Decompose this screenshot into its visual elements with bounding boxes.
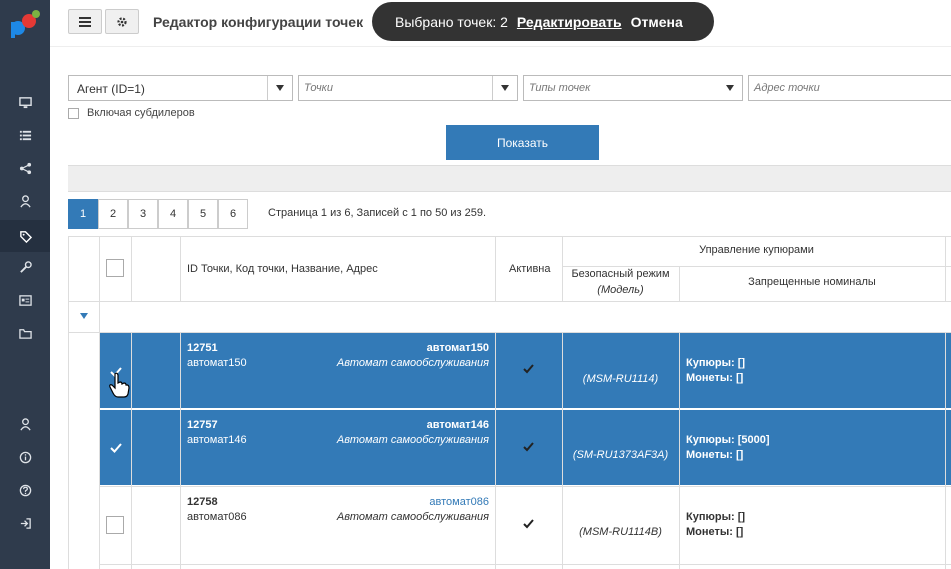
- row-code: автомат146: [187, 434, 247, 446]
- points-table: ID Точки, Код точки, Название, Адрес Акт…: [68, 236, 951, 569]
- points-select[interactable]: Точки: [298, 75, 518, 101]
- active-check-icon: [523, 519, 534, 529]
- active-check-icon: [523, 442, 534, 452]
- cancel-link[interactable]: Отмена: [631, 14, 683, 30]
- page-button-1[interactable]: 1: [68, 199, 98, 229]
- group-toggle-icon[interactable]: [80, 313, 88, 319]
- row-name: автомат146: [426, 419, 489, 431]
- row-name-link[interactable]: автомат086: [429, 496, 489, 508]
- address-input[interactable]: Адрес точки: [748, 75, 951, 101]
- sidebar-item-users[interactable]: [0, 185, 50, 217]
- header-forbidden-denominations: Запрещенные номиналы: [748, 276, 876, 288]
- logo: [11, 10, 40, 38]
- tag-icon: [19, 230, 32, 243]
- pagination-info: Страница 1 из 6, Записей с 1 по 50 из 25…: [268, 207, 487, 219]
- include-subdealers-label: Включая субдилеров: [87, 107, 195, 119]
- page-button-3[interactable]: 3: [128, 199, 158, 229]
- row-checkbox[interactable]: [106, 516, 124, 534]
- help-icon: [19, 484, 31, 496]
- page-button-6[interactable]: 6: [218, 199, 248, 229]
- row-code: автомат086: [187, 511, 247, 523]
- page-button-2[interactable]: 2: [98, 199, 128, 229]
- row-id: 12751: [187, 342, 218, 354]
- list-icon: [19, 130, 31, 140]
- header-id-code-name-address: ID Точки, Код точки, Название, Адрес: [187, 263, 378, 275]
- row-id: 12757: [187, 419, 218, 431]
- row-coins: Монеты: []: [686, 526, 744, 538]
- sidebar-item-share[interactable]: [0, 152, 50, 184]
- row-banknotes: Купюры: []: [686, 511, 746, 523]
- point-types-select[interactable]: Типы точек: [523, 75, 743, 101]
- info-icon: [19, 451, 31, 463]
- header-safe-mode: Безопасный режим: [571, 268, 670, 280]
- sidebar-item-cards[interactable]: [0, 284, 50, 316]
- points-placeholder: Точки: [304, 82, 333, 94]
- row-model: (SM-RU1373AF3A): [572, 449, 669, 461]
- header-banknote-management: Управление купюрами: [699, 244, 814, 256]
- sidebar-item-list[interactable]: [0, 119, 50, 151]
- header-active: Активна: [509, 263, 551, 275]
- gear-icon: [117, 16, 127, 27]
- hand-cursor-icon: [109, 372, 130, 398]
- user-network-icon: [19, 417, 31, 430]
- row-banknotes: Купюры: []: [686, 357, 746, 369]
- chevron-down-icon: [492, 76, 517, 100]
- row-banknotes: Купюры: [5000]: [686, 434, 770, 446]
- address-placeholder: Адрес точки: [754, 82, 820, 94]
- row-model: (MSM-RU1114): [582, 373, 659, 385]
- point-types-placeholder: Типы точек: [529, 82, 591, 94]
- row-name: автомат150: [426, 342, 489, 354]
- logout-icon: [20, 517, 31, 529]
- agent-select[interactable]: Агент (ID=1): [68, 75, 293, 101]
- selected-count-text: Выбрано точек: 2: [395, 13, 508, 30]
- edit-link[interactable]: Редактировать: [517, 14, 622, 30]
- page-title: Редактор конфигурации точек: [153, 14, 364, 30]
- folder-icon: [18, 328, 32, 339]
- show-button[interactable]: Показать: [446, 125, 599, 160]
- row-checkbox-checked-icon[interactable]: [110, 442, 122, 454]
- chevron-down-icon: [718, 76, 742, 100]
- row-address: Автомат самообслуживания: [336, 511, 489, 523]
- row-coins: Монеты: []: [686, 372, 744, 384]
- agent-select-value: Агент (ID=1): [77, 82, 145, 96]
- header-model: (Модель): [597, 284, 644, 296]
- menu-button[interactable]: [68, 9, 102, 34]
- wrench-icon: [19, 260, 32, 273]
- share-icon: [19, 162, 31, 174]
- row-model: (MSM-RU1114B): [579, 526, 662, 538]
- row-coins: Монеты: []: [686, 449, 744, 461]
- monitor-icon: [18, 96, 32, 108]
- select-all-checkbox[interactable]: [106, 259, 124, 277]
- page-button-5[interactable]: 5: [188, 199, 218, 229]
- settings-button[interactable]: [105, 9, 139, 34]
- row-code: автомат150: [187, 357, 247, 369]
- sidebar-item-tags[interactable]: [0, 220, 50, 252]
- page-button-4[interactable]: 4: [158, 199, 188, 229]
- chevron-down-icon: [267, 76, 292, 100]
- sidebar-item-help[interactable]: [0, 474, 50, 506]
- toolbar-strip: [68, 165, 951, 192]
- sidebar-item-tools[interactable]: [0, 251, 50, 283]
- sidebar-item-monitor[interactable]: [0, 86, 50, 118]
- selection-toast: Выбрано точек: 2 Редактировать Отмена: [372, 2, 714, 41]
- row-id: 12758: [187, 496, 218, 508]
- sidebar-item-logout[interactable]: [0, 507, 50, 539]
- sidebar: [0, 0, 50, 569]
- row-address: Автомат самообслуживания: [336, 357, 489, 369]
- user-network-icon: [19, 194, 31, 207]
- include-subdealers-checkbox[interactable]: [68, 108, 79, 119]
- hamburger-icon: [79, 16, 91, 27]
- sidebar-item-info[interactable]: [0, 441, 50, 473]
- header-divider: [50, 46, 951, 47]
- sidebar-item-users-2[interactable]: [0, 408, 50, 440]
- id-card-icon: [18, 294, 32, 306]
- row-address: Автомат самообслуживания: [336, 434, 489, 446]
- sidebar-item-folder[interactable]: [0, 317, 50, 349]
- active-check-icon: [523, 364, 534, 374]
